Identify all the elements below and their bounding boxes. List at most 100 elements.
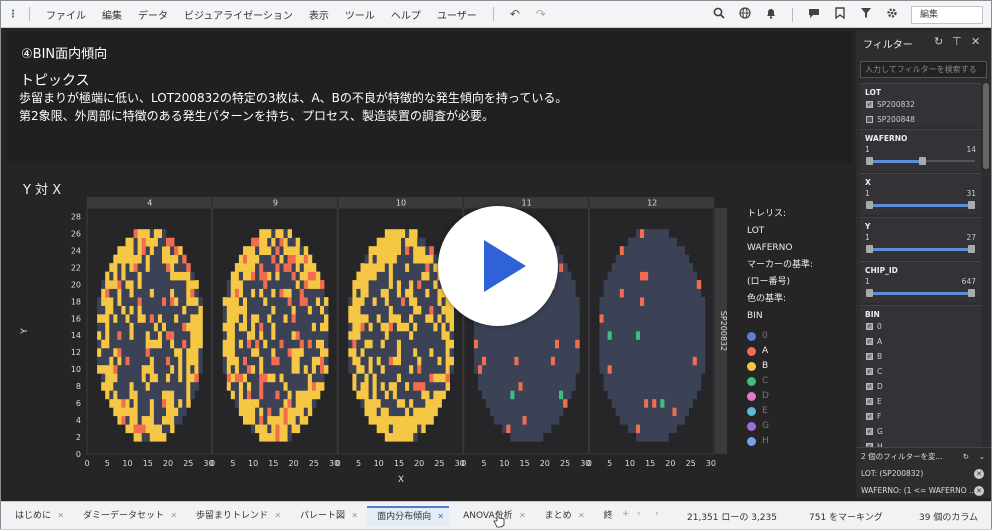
legend-bin-E[interactable]: E	[747, 404, 813, 419]
play-button[interactable]	[438, 206, 558, 326]
reset-icon[interactable]: ↻	[963, 452, 969, 461]
data-point	[680, 356, 685, 366]
notification-bell-icon[interactable]	[758, 7, 784, 22]
menu-data[interactable]: データ	[130, 7, 176, 22]
legend-marker-value[interactable]: (ロー番号)	[747, 274, 813, 291]
checkbox-checked-icon[interactable]: ✓	[866, 101, 873, 108]
page-tab[interactable]: ダミーデータセット ✕	[73, 506, 182, 526]
checkbox-checked-icon[interactable]: ✓	[866, 398, 873, 405]
data-point	[97, 364, 102, 374]
close-tab-icon[interactable]: ✕	[274, 506, 281, 526]
comment-icon[interactable]	[801, 7, 827, 22]
legend-color-value[interactable]: BIN	[747, 308, 813, 325]
close-tab-icon[interactable]: ✕	[57, 506, 64, 526]
filter-waferno-slider[interactable]	[866, 157, 975, 165]
data-point	[559, 263, 564, 272]
filter-bin-option[interactable]: ✓ E	[860, 394, 981, 409]
search-icon[interactable]	[706, 7, 732, 22]
checkbox-checked-icon[interactable]: ✓	[866, 428, 873, 435]
data-point	[259, 271, 264, 281]
filter-bin-option[interactable]: ✓ B	[860, 349, 981, 364]
pin-icon[interactable]: ⊤	[952, 35, 962, 48]
filter-lot-option[interactable]: SP200848	[860, 112, 981, 127]
checkbox-checked-icon[interactable]: ✓	[866, 383, 873, 390]
tab-next-icon[interactable]: ›	[655, 509, 659, 519]
filter-scrollbar[interactable]	[983, 83, 989, 169]
menu-view[interactable]: 表示	[301, 7, 337, 22]
legend-bin-A[interactable]: A	[747, 344, 813, 359]
page-tab[interactable]: 歩留まりトレンド ✕	[186, 506, 286, 526]
filter-icon[interactable]	[853, 7, 879, 22]
filter-lot-option[interactable]: ✓ SP200832	[860, 97, 981, 112]
remove-filter-icon[interactable]: ✕	[974, 485, 984, 496]
menu-help[interactable]: ヘルプ	[383, 7, 429, 22]
filter-summary[interactable]: 2 個のフィルターを変... ↻ ⌄	[856, 448, 991, 465]
menu-user[interactable]: ユーザー	[429, 7, 485, 22]
redo-icon[interactable]: ↷	[528, 7, 554, 21]
menu-visualization[interactable]: ビジュアライゼーション	[176, 7, 301, 22]
x-tick-label: 5	[105, 459, 110, 468]
checkbox-unchecked-icon[interactable]	[866, 116, 873, 123]
checkbox-checked-icon[interactable]: ✓	[866, 338, 873, 345]
filter-bin-option[interactable]: ✓ C	[860, 364, 981, 379]
filter-bin-option[interactable]: ✓ F	[860, 409, 981, 424]
close-tab-icon[interactable]: ✕	[437, 508, 444, 526]
filter-bin-option[interactable]: ✓ G	[860, 424, 981, 439]
wafer-map-trellis-plot[interactable]: 40 5 10 15 20 25 3090 5 10 15 20 25 30100 5 10 15 20 25 30…	[7, 166, 852, 498]
undo-icon[interactable]: ↶	[502, 7, 528, 21]
legend-bin-B[interactable]: B	[747, 359, 813, 374]
legend-trellis-lot[interactable]: LOT	[747, 223, 813, 240]
page-tab[interactable]: パレート図 ✕	[290, 506, 363, 526]
status-marking[interactable]: 751 をマーキング	[809, 510, 883, 523]
filter-bin-option[interactable]: ✓ 0	[860, 319, 981, 334]
gear-icon[interactable]	[879, 7, 905, 22]
close-icon[interactable]: ✕	[971, 35, 980, 48]
data-point	[510, 415, 515, 425]
menu-tools[interactable]: ツール	[337, 7, 383, 22]
filter-chip-id-slider[interactable]	[866, 289, 975, 297]
close-tab-icon[interactable]: ✕	[351, 506, 358, 526]
data-point	[307, 322, 313, 332]
filter-search-input[interactable]: 入力してフィルターを検索する	[860, 61, 987, 78]
data-point	[307, 407, 313, 417]
tab-prev-icon[interactable]: ‹	[637, 509, 641, 519]
legend-bin-G[interactable]: G	[747, 419, 813, 434]
close-tab-icon[interactable]: ✕	[170, 506, 177, 526]
legend-bin-H[interactable]: H	[747, 434, 813, 449]
menu-edit[interactable]: 編集	[94, 7, 130, 22]
filter-x-slider[interactable]	[866, 201, 975, 209]
legend-bin-D[interactable]: D	[747, 389, 813, 404]
data-point	[238, 314, 244, 323]
globe-icon[interactable]	[732, 7, 758, 22]
filter-y-slider[interactable]	[866, 245, 975, 253]
page-tab[interactable]: まとめ ✕	[535, 506, 590, 526]
close-tab-icon[interactable]: ✕	[578, 506, 585, 526]
page-tab[interactable]: ANOVA分析 ✕	[453, 506, 531, 526]
data-point	[409, 322, 414, 332]
checkbox-checked-icon[interactable]: ✓	[866, 323, 873, 330]
page-tab[interactable]: はじめに ✕	[5, 506, 69, 526]
filter-bin-option[interactable]: ✓ H	[860, 439, 981, 447]
menu-file[interactable]: ファイル	[38, 7, 94, 22]
chevron-down-icon[interactable]: ⌄	[979, 452, 985, 461]
data-point	[162, 390, 167, 400]
filter-bin-option[interactable]: ✓ D	[860, 379, 981, 394]
close-tab-icon[interactable]: ✕	[519, 506, 526, 526]
data-point	[311, 398, 317, 408]
checkbox-checked-icon[interactable]: ✓	[866, 368, 873, 375]
mode-select[interactable]: 編集	[911, 5, 983, 24]
legend-bin-0[interactable]: 0	[747, 329, 813, 344]
data-point	[680, 415, 685, 425]
remove-filter-icon[interactable]: ✕	[974, 468, 984, 479]
page-tab[interactable]: 面内分布傾向 ✕	[367, 505, 450, 526]
bookmark-icon[interactable]	[827, 7, 853, 22]
legend-bin-C[interactable]: C	[747, 374, 813, 389]
checkbox-checked-icon[interactable]: ✓	[866, 353, 873, 360]
add-tab-icon[interactable]: +	[622, 509, 630, 519]
filter-bin-option[interactable]: ✓ A	[860, 334, 981, 349]
more-menu-icon[interactable]: ⋮	[5, 9, 21, 20]
legend-trellis-waferno[interactable]: WAFERNO	[747, 240, 813, 257]
checkbox-checked-icon[interactable]: ✓	[866, 413, 873, 420]
data-point	[259, 381, 264, 391]
reset-icon[interactable]: ↻	[934, 35, 943, 48]
